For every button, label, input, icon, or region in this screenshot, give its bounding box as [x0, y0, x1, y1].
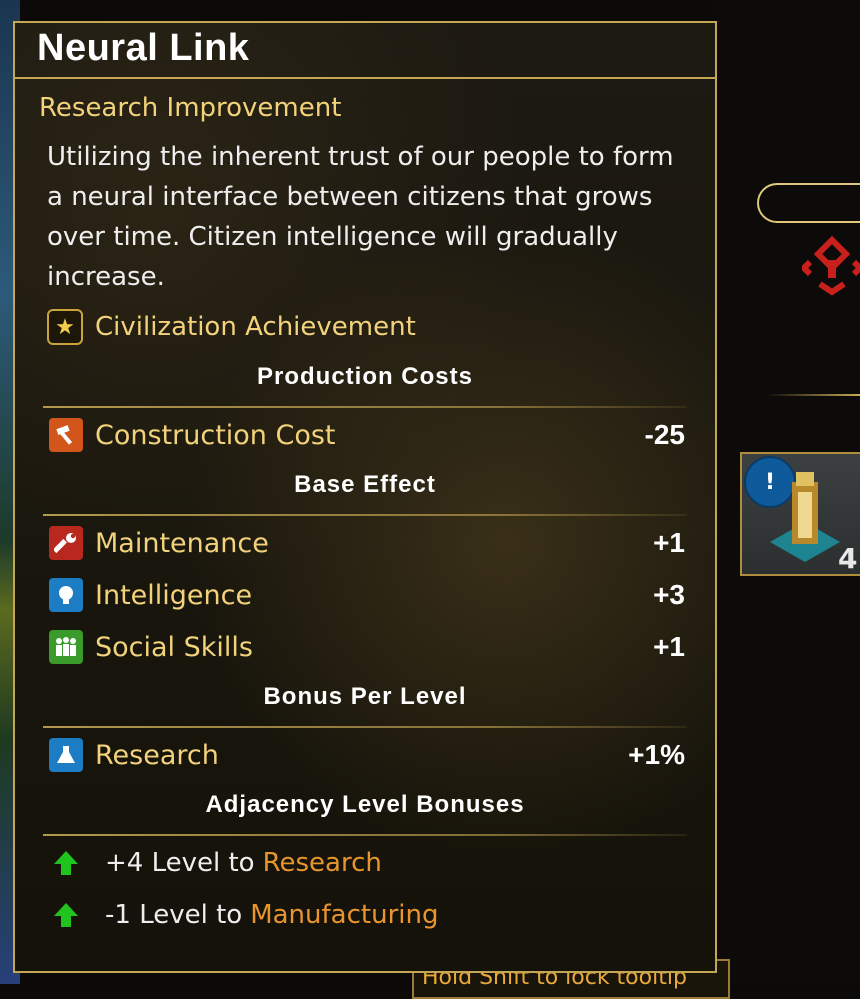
section-header-bonus-per-level: Bonus Per Level [263, 683, 467, 710]
tooltip-description: Utilizing the inherent trust of our peop… [47, 142, 674, 292]
stat-row-construction-cost: Construction Cost -25 [49, 415, 685, 455]
stat-row-research: Research +1% [49, 735, 685, 775]
stat-value: +1 [653, 527, 685, 558]
stat-label: Intelligence [95, 579, 253, 611]
tooltip-subtitle: Research Improvement [39, 93, 342, 123]
tooltip-title: Neural Link [37, 27, 250, 69]
section-divider [43, 726, 687, 728]
right-panel-divider [766, 394, 860, 396]
adjacency-bonus-row: -1 Level to Manufacturing [49, 895, 438, 935]
people-icon [49, 630, 83, 664]
stat-value: +1% [628, 739, 685, 770]
stat-value: -25 [644, 419, 685, 450]
section-divider [43, 514, 687, 516]
section-header-base-effect: Base Effect [294, 471, 436, 498]
stat-row-maintenance: Maintenance +1 [49, 523, 685, 563]
stat-label: Social Skills [95, 631, 253, 663]
achievement-label: Civilization Achievement [95, 312, 416, 342]
tooltip-panel: Neural Link Research Improvement Utilizi… [13, 21, 717, 973]
adjacency-bonus-target: Research [262, 848, 382, 878]
up-arrow-icon [49, 846, 83, 880]
flask-icon [49, 738, 83, 772]
faction-emblem-icon [802, 236, 860, 296]
section-header-production: Production Costs [256, 363, 473, 390]
building-level: 4 [838, 542, 858, 575]
star-icon: ★ [47, 309, 83, 345]
adjacency-bonus-row: +4 Level to Research [49, 843, 382, 883]
right-panel-pill[interactable] [757, 183, 860, 223]
wrench-icon [49, 526, 83, 560]
stat-label: Research [95, 739, 219, 771]
stat-value: +3 [653, 579, 685, 610]
stat-row-intelligence: Intelligence +3 [49, 575, 685, 615]
lightbulb-icon [49, 578, 83, 612]
section-divider [43, 406, 687, 408]
stat-label: Construction Cost [95, 419, 336, 451]
stat-value: +1 [653, 631, 685, 662]
tooltip-title-bar: Neural Link [15, 23, 715, 79]
building-card[interactable]: ! 4 [740, 452, 860, 576]
adjacency-bonus-text: -1 Level to [105, 900, 243, 930]
building-icon [770, 472, 840, 562]
stat-row-social-skills: Social Skills +1 [49, 627, 685, 667]
up-arrow-icon [49, 898, 83, 932]
achievement-row: ★ Civilization Achievement [47, 307, 416, 347]
adjacency-bonus-text: +4 Level to [105, 848, 255, 878]
section-header-adjacency: Adjacency Level Bonuses [205, 791, 525, 818]
stat-label: Maintenance [95, 527, 269, 559]
hammer-icon [49, 418, 83, 452]
section-divider [43, 834, 687, 836]
adjacency-bonus-target: Manufacturing [250, 900, 439, 930]
